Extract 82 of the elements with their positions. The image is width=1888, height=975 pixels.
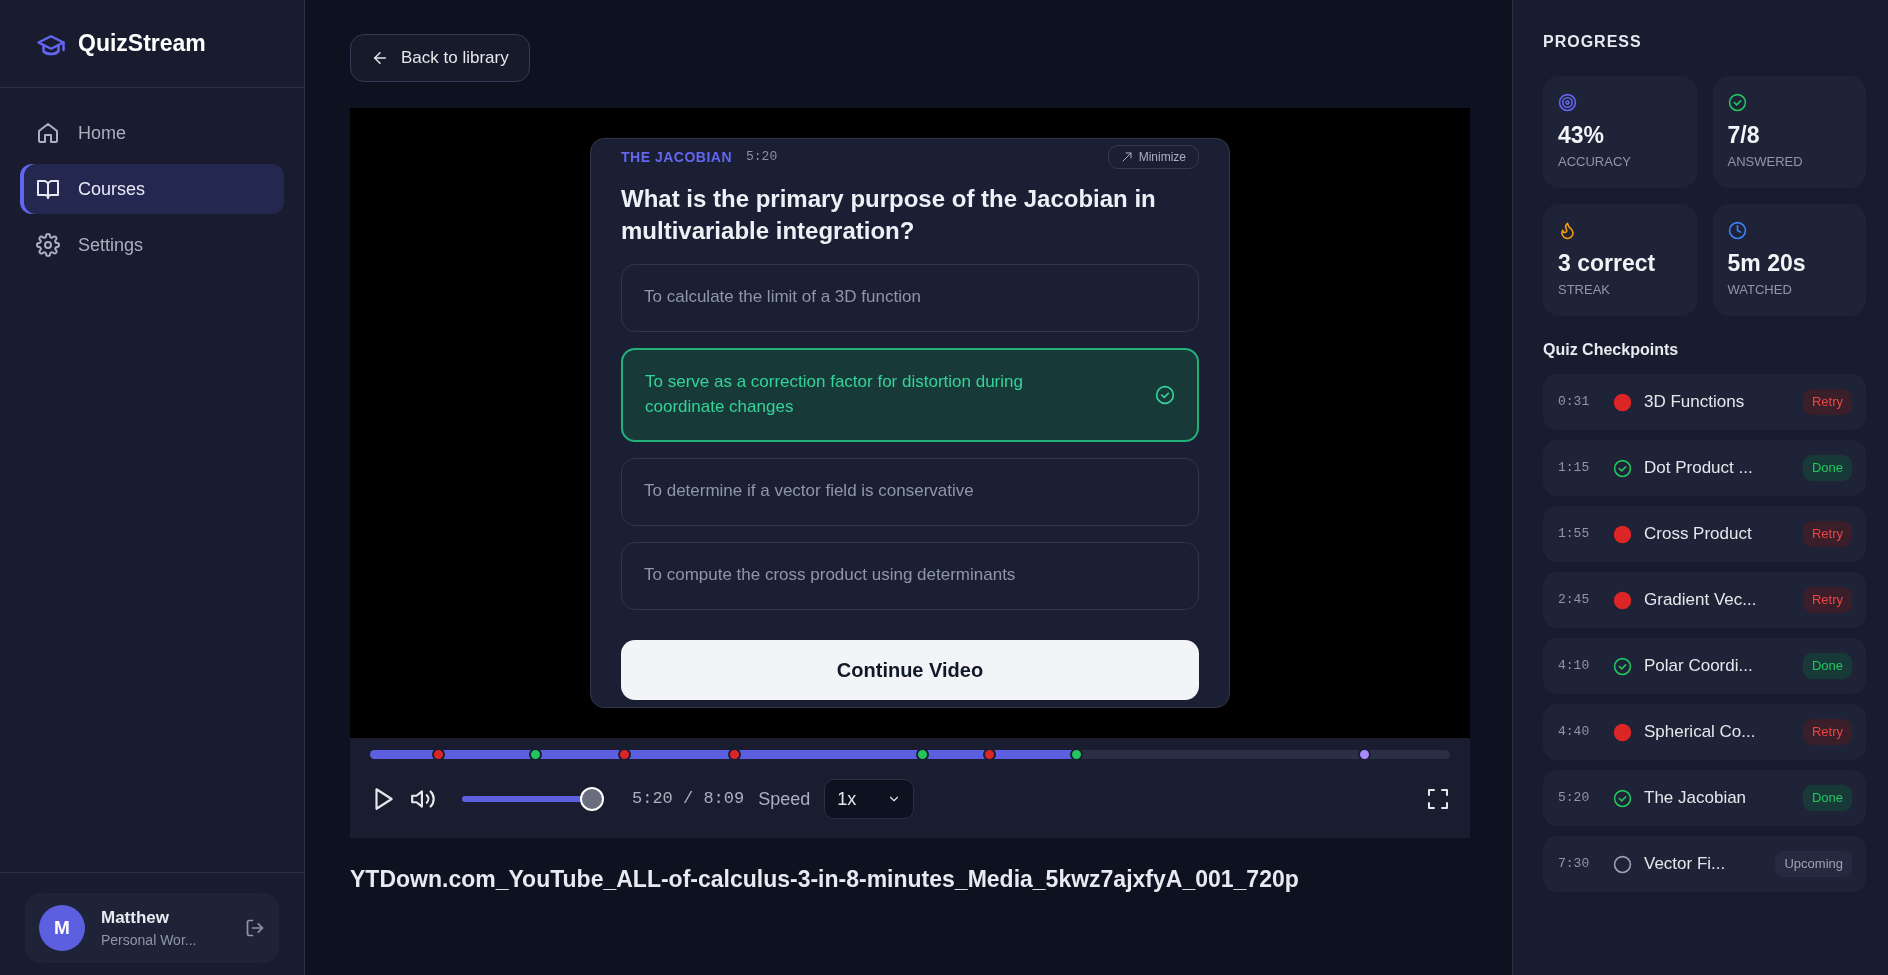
checkpoint-time: 4:40 [1558, 723, 1591, 742]
checkpoint-title: 3D Functions [1644, 391, 1746, 414]
checkpoint-time: 7:30 [1558, 855, 1591, 874]
checkpoint-row[interactable]: 1:15 Dot Product ... Done [1543, 440, 1866, 496]
checkpoint-title: Vector Fi... [1644, 853, 1727, 876]
stat-label: WATCHED [1727, 280, 1793, 299]
arrow-left-icon [371, 49, 389, 67]
question-text: What is the primary purpose of the Jacobian in multivariable integration? [621, 184, 1157, 247]
checkpoint-marker[interactable] [432, 748, 446, 761]
back-button[interactable]: Back to library [350, 34, 530, 82]
home-icon [36, 121, 60, 145]
speed-select[interactable]: 1x [824, 779, 915, 819]
checkpoint-time: 4:10 [1558, 657, 1591, 676]
book-icon [36, 177, 60, 201]
checkpoint-marker[interactable] [1070, 748, 1084, 761]
checkpoint-marker[interactable] [1357, 748, 1371, 761]
checkpoint-title: The Jacobian [1644, 787, 1748, 810]
nav-item[interactable]: Courses [20, 164, 284, 214]
seek-bar[interactable] [370, 750, 1450, 759]
user-name: Matthew [101, 906, 170, 929]
checkpoint-row[interactable]: 0:31 3D Functions Retry [1543, 374, 1866, 430]
checkpoint-row[interactable]: 5:20 The Jacobian Done [1543, 770, 1866, 826]
target-icon [1558, 93, 1577, 113]
stat-label: STREAK [1558, 280, 1611, 299]
checkpoint-row[interactable]: 2:45 Gradient Vec... Retry [1543, 572, 1866, 628]
status-badge: Retry [1802, 587, 1852, 613]
workspace-name: Personal Wor... [101, 931, 198, 951]
checkpoint-row[interactable]: 4:40 Spherical Co... Retry [1543, 704, 1866, 760]
avatar: M [39, 905, 85, 951]
answer-option[interactable]: To compute the cross product using determinants [621, 541, 1199, 610]
answer-option[interactable]: To serve as a correction factor for distortion during coordinate changes [621, 347, 1199, 442]
checkpoint-title: Dot Product ... [1644, 457, 1754, 480]
section-heading: Quiz Checkpoints [1543, 340, 1680, 360]
checkpoint-title: Cross Product [1644, 523, 1753, 546]
minimize-icon [1120, 151, 1133, 163]
checkpoint-row[interactable]: 7:30 Vector Fi... Upcoming [1543, 836, 1866, 892]
slider-thumb[interactable] [580, 787, 604, 811]
stat-label: ACCURACY [1558, 152, 1632, 171]
flame-icon [1558, 221, 1577, 241]
status-badge: Retry [1802, 389, 1852, 415]
stat-value: 5m 20s [1727, 250, 1807, 278]
fullscreen-icon[interactable] [1426, 787, 1450, 811]
nav-item[interactable]: Settings [20, 220, 284, 270]
nav-item[interactable]: Home [20, 108, 284, 158]
check-circle-icon [1155, 384, 1175, 405]
status-badge: Upcoming [1775, 851, 1852, 877]
status-badge: Done [1802, 785, 1852, 811]
stat-value: 43% [1558, 122, 1606, 150]
checkpoint-time: 1:15 [1558, 459, 1591, 478]
app-name: QuizStream [78, 29, 206, 59]
topic-label: THE JACOBIAN [621, 147, 732, 167]
answer-option[interactable]: To calculate the limit of a 3D function [621, 263, 1199, 332]
stat-value: 7/8 [1727, 122, 1761, 150]
timestamp: 5:20 [746, 148, 778, 167]
checkpoint-marker[interactable] [529, 748, 543, 761]
continue-button[interactable]: Continue Video [621, 639, 1199, 700]
status-badge: Retry [1802, 719, 1852, 745]
status-badge: Done [1802, 455, 1852, 481]
stat-label: ANSWERED [1727, 152, 1804, 171]
check-circle-icon [1727, 93, 1747, 113]
answer-option[interactable]: To determine if a vector field is conservative [621, 457, 1199, 526]
checkpoint-time: 0:31 [1558, 393, 1591, 412]
status-badge: Done [1802, 653, 1852, 679]
logout-icon[interactable] [245, 918, 265, 938]
user-card[interactable]: M Matthew Personal Wor... [25, 893, 279, 963]
checkpoint-time: 2:45 [1558, 591, 1591, 610]
checkpoint-time: 5:20 [1558, 789, 1591, 808]
checkpoint-title: Gradient Vec... [1644, 589, 1758, 612]
checkpoint-row[interactable]: 1:55 Cross Product Retry [1543, 506, 1866, 562]
checkpoint-time: 1:55 [1558, 525, 1591, 544]
video-title: YTDown.com_YouTube_ALL-of-calculus-3-in-8-minutes_Media_5kwz7ajxfyA_001_720p [350, 865, 1300, 894]
status-badge: Retry [1802, 521, 1852, 547]
checkpoint-title: Polar Coordi... [1644, 655, 1754, 678]
minimize-button[interactable]: Minimize [1107, 145, 1199, 169]
clock-icon [1727, 221, 1747, 241]
stat-value: 3 correct [1558, 250, 1657, 278]
settings-icon [36, 233, 60, 257]
checkpoint-row[interactable]: 4:10 Polar Coordi... Done [1543, 638, 1866, 694]
section-heading: PROGRESS [1543, 32, 1643, 52]
checkpoint-title: Spherical Co... [1644, 721, 1757, 744]
speed-label: Speed [758, 787, 811, 811]
time-display: 5:20 / 8:09 [632, 788, 745, 811]
